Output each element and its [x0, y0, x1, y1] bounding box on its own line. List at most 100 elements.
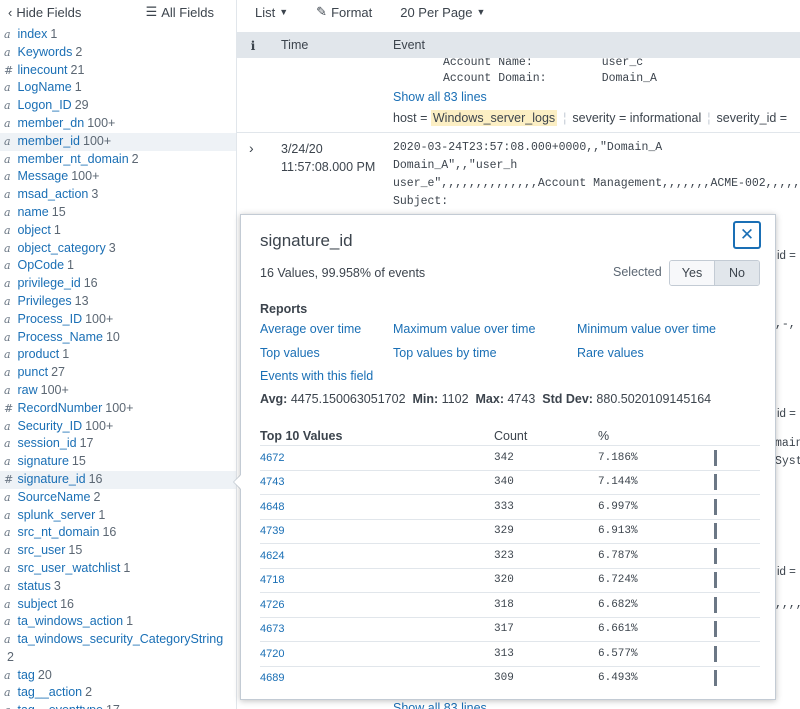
expand-chevron-icon[interactable]: ›	[249, 140, 254, 156]
severity-field[interactable]: severity = informational	[572, 111, 701, 125]
field-item[interactable]: # RecordNumber 100+	[0, 400, 236, 418]
event-line: Account Name: user_c	[443, 58, 644, 69]
field-type-icon: #	[4, 401, 14, 415]
field-item[interactable]: a punct 27	[0, 364, 236, 382]
field-name: raw	[17, 382, 38, 397]
field-item[interactable]: a Process_ID 100+	[0, 311, 236, 329]
field-item[interactable]: a tag 20	[0, 667, 236, 685]
show-all-lines-link[interactable]: Show all 83 lines	[393, 701, 487, 709]
field-type-icon: a	[4, 294, 11, 308]
field-item[interactable]: # signature_id 16	[0, 470, 236, 489]
field-item[interactable]: a object_category 3	[0, 240, 236, 258]
field-item[interactable]: a Privileges 13	[0, 293, 236, 311]
top-value-row: 4672 342 7.186%	[260, 445, 760, 470]
top-value-link[interactable]: 4648	[260, 501, 494, 513]
field-name: object_category	[17, 240, 106, 255]
close-button[interactable]: ✕	[733, 221, 761, 249]
top-value-bar	[714, 523, 717, 540]
host-value[interactable]: Windows_server_logs	[430, 110, 558, 126]
event-column-header: Event	[393, 38, 425, 52]
field-count: 17	[79, 436, 94, 451]
top-value-percent: 6.493%	[598, 672, 638, 685]
field-item[interactable]: a LogName 1	[0, 79, 236, 97]
top-value-link[interactable]: 4739	[260, 525, 494, 537]
field-count: 100+	[87, 115, 116, 130]
list-view-dropdown[interactable]: List ▼	[255, 5, 288, 20]
field-item[interactable]: a member_dn 100+	[0, 115, 236, 133]
field-item[interactable]: a splunk_server 1	[0, 507, 236, 525]
field-name: Process_Name	[17, 329, 103, 344]
field-type-icon: #	[4, 63, 14, 77]
percent-column-header: %	[598, 429, 610, 443]
field-item[interactable]: a Process_Name 10	[0, 329, 236, 347]
field-item[interactable]: a src_user_watchlist 1	[0, 560, 236, 578]
field-item[interactable]: a subject 16	[0, 596, 236, 614]
field-item[interactable]: a msad_action 3	[0, 186, 236, 204]
events-with-field-link[interactable]: Events with this field	[260, 369, 373, 383]
selected-yes-button[interactable]: Yes	[670, 261, 715, 285]
top-value-link[interactable]: 4624	[260, 550, 494, 562]
field-item[interactable]: a tag__action 2	[0, 684, 236, 702]
report-average-over-time-link[interactable]: Average over time	[260, 322, 361, 336]
field-item[interactable]: a src_user 15	[0, 542, 236, 560]
format-button[interactable]: ✎ Format	[316, 4, 372, 20]
top-value-bar	[714, 596, 717, 613]
top-value-count: 323	[494, 549, 514, 562]
field-item[interactable]: a Keywords 2	[0, 44, 236, 62]
field-type-icon: a	[4, 348, 11, 362]
close-icon: ✕	[739, 225, 755, 244]
field-item[interactable]: a Security_ID 100+	[0, 418, 236, 436]
field-type-icon: a	[4, 277, 11, 291]
top-value-row: 4726 318 6.682%	[260, 592, 760, 617]
field-item[interactable]: a member_nt_domain 2	[0, 151, 236, 169]
field-count: 1	[50, 27, 58, 41]
field-name: punct	[17, 365, 49, 380]
field-item[interactable]: a signature 15	[0, 453, 236, 471]
field-item[interactable]: a session_id 17	[0, 435, 236, 453]
top-value-link[interactable]: 4718	[260, 574, 494, 586]
field-item[interactable]: a src_nt_domain 16	[0, 524, 236, 542]
reports-heading: Reports	[260, 302, 308, 316]
top-value-link[interactable]: 4672	[260, 452, 494, 464]
field-item[interactable]: a OpCode 1	[0, 257, 236, 275]
top-value-link[interactable]: 4743	[260, 476, 494, 488]
field-count: 1	[74, 80, 82, 95]
field-type-icon: a	[4, 45, 11, 59]
field-name: name	[17, 204, 49, 219]
field-item[interactable]: a privilege_id 16	[0, 275, 236, 293]
top-value-row: 4624 323 6.787%	[260, 543, 760, 568]
hide-fields-button[interactable]: ‹ Hide Fields	[8, 5, 81, 20]
field-item[interactable]: # linecount 21	[0, 62, 236, 80]
per-page-dropdown[interactable]: 20 Per Page ▼	[400, 5, 485, 20]
report-top-values-by-time-link[interactable]: Top values by time	[393, 346, 497, 360]
field-item[interactable]: a ta_windows_action 1	[0, 613, 236, 631]
field-item[interactable]: a status 3	[0, 578, 236, 596]
field-item[interactable]: a Logon_ID 29	[0, 97, 236, 115]
field-item[interactable]: a object 1	[0, 222, 236, 240]
top-value-link[interactable]: 4689	[260, 672, 494, 684]
field-item[interactable]: a tag__eventtype17	[0, 702, 236, 709]
top-value-count: 342	[494, 451, 514, 464]
field-item[interactable]: a name 15	[0, 204, 236, 222]
top-value-link[interactable]: 4726	[260, 599, 494, 611]
field-item[interactable]: a Message 100+	[0, 168, 236, 186]
field-item[interactable]: a product 1	[0, 346, 236, 364]
field-item[interactable]: a raw 100+	[0, 382, 236, 400]
time-column-header[interactable]: Time	[269, 38, 393, 52]
field-count: 2	[75, 44, 83, 59]
field-item[interactable]: a index 1	[0, 26, 236, 44]
field-item[interactable]: a SourceName 2	[0, 489, 236, 507]
report-maximum-over-time-link[interactable]: Maximum value over time	[393, 322, 535, 336]
show-all-lines-link[interactable]: Show all 83 lines	[393, 90, 487, 104]
field-name: Security_ID	[17, 418, 83, 433]
selected-no-button[interactable]: No	[715, 261, 759, 285]
field-item[interactable]: a member_id 100+	[0, 132, 236, 151]
report-rare-values-link[interactable]: Rare values	[577, 346, 644, 360]
top-value-link[interactable]: 4720	[260, 648, 494, 660]
all-fields-button[interactable]: ☰ All Fields	[146, 4, 214, 20]
report-top-values-link[interactable]: Top values	[260, 346, 320, 360]
severity-id-field[interactable]: severity_id =	[717, 111, 788, 125]
report-minimum-over-time-link[interactable]: Minimum value over time	[577, 322, 716, 336]
field-item[interactable]: a ta_windows_security_CategoryString2	[0, 631, 236, 667]
top-value-link[interactable]: 4673	[260, 623, 494, 635]
